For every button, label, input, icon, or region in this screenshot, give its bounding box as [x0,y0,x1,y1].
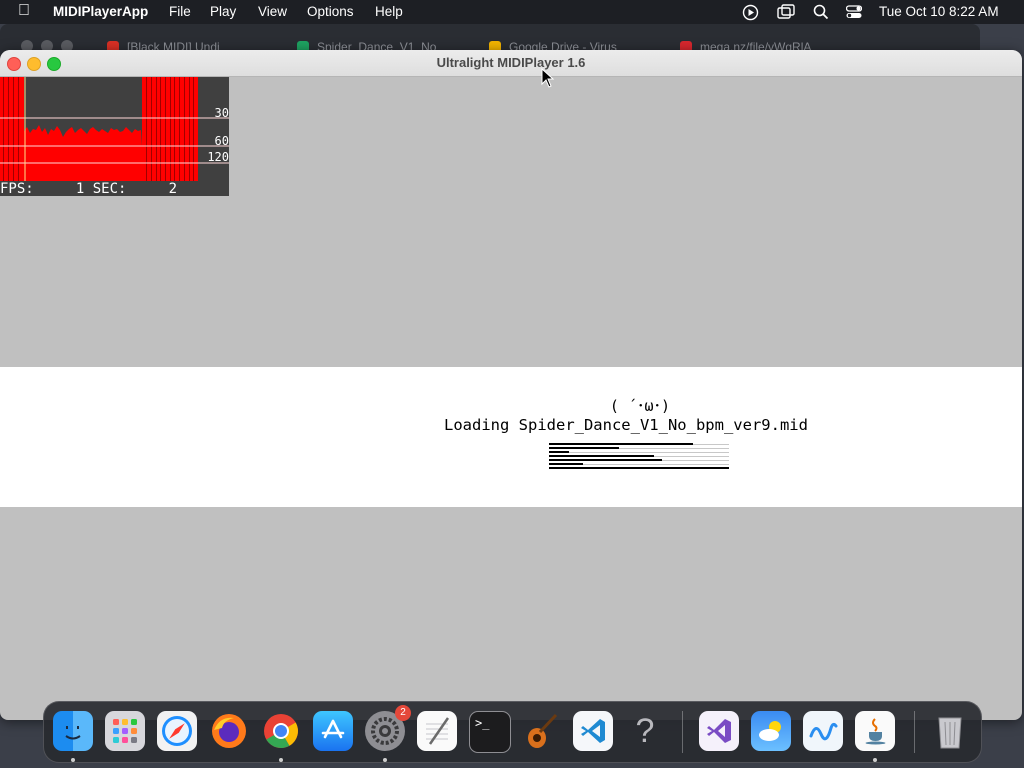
loading-progress-bars [549,442,729,470]
running-indicator [71,758,75,762]
now-playing-icon[interactable] [742,4,759,21]
window-title-bar[interactable]: Ultralight MIDIPlayer 1.6 [0,50,1022,77]
loading-message: Loading Spider_Dance_V1_No_bpm_ver9.mid [444,416,808,434]
menu-view[interactable]: View [258,4,287,19]
fps-scale-label: 60 [214,134,229,148]
trash-icon[interactable] [930,711,970,751]
menu-play[interactable]: Play [210,4,236,19]
fps-graph-overlay: 30 60 120 FPS: 1 SEC: 2 [0,77,229,197]
fps-scale-label: 120 [207,150,229,164]
vscode-icon[interactable] [573,711,613,751]
window-title: Ultralight MIDIPlayer 1.6 [436,55,586,70]
control-center-icon[interactable] [846,4,862,20]
app-store-icon[interactable] [313,711,353,751]
firefox-icon[interactable] [209,711,249,751]
mouse-pointer-icon [541,68,555,88]
textedit-icon[interactable] [417,711,457,751]
app-menu[interactable]: MIDIPlayerApp [53,4,148,19]
visual-studio-icon[interactable] [699,711,739,751]
running-indicator [383,758,387,762]
system-settings-icon[interactable]: 2 [365,705,411,751]
running-indicator [873,758,877,762]
loading-emoticon: ( ´･ω･) [609,397,671,415]
menu-bar:  MIDIPlayerApp File Play View Options H… [0,0,1024,24]
fps-scale-label: 30 [214,106,229,120]
launchpad-icon[interactable] [105,711,145,751]
unknown-app-icon[interactable]: ? [625,711,665,751]
safari-icon[interactable] [157,711,197,751]
dock-separator [914,711,915,753]
menu-file[interactable]: File [169,4,191,19]
freeform-icon[interactable] [803,711,843,751]
fps-graph [0,77,229,181]
java-icon[interactable] [855,711,895,751]
finder-icon[interactable] [53,711,93,751]
garageband-icon[interactable] [521,711,561,751]
weather-icon[interactable] [751,711,791,751]
midi-player-window: Ultralight MIDIPlayer 1.6 30 60 120 FPS:… [0,50,1022,720]
spotlight-search-icon[interactable] [813,4,829,20]
apple-menu-icon[interactable]:  [18,2,30,20]
menu-help[interactable]: Help [375,4,403,19]
running-indicator [279,758,283,762]
menu-bar-clock[interactable]: Tue Oct 10 8:22 AM [879,4,999,19]
screen-mirroring-icon[interactable] [777,4,795,20]
notification-badge: 2 [395,705,411,721]
chrome-icon[interactable] [261,711,301,751]
loading-panel: ( ´･ω･) Loading Spider_Dance_V1_No_bpm_v… [0,367,1022,507]
fps-stats: FPS: 1 SEC: 2 [0,181,178,197]
dock: 2 >_ ? [43,701,982,763]
menu-options[interactable]: Options [307,4,354,19]
terminal-icon[interactable]: >_ [469,711,511,753]
dock-separator [682,711,683,753]
